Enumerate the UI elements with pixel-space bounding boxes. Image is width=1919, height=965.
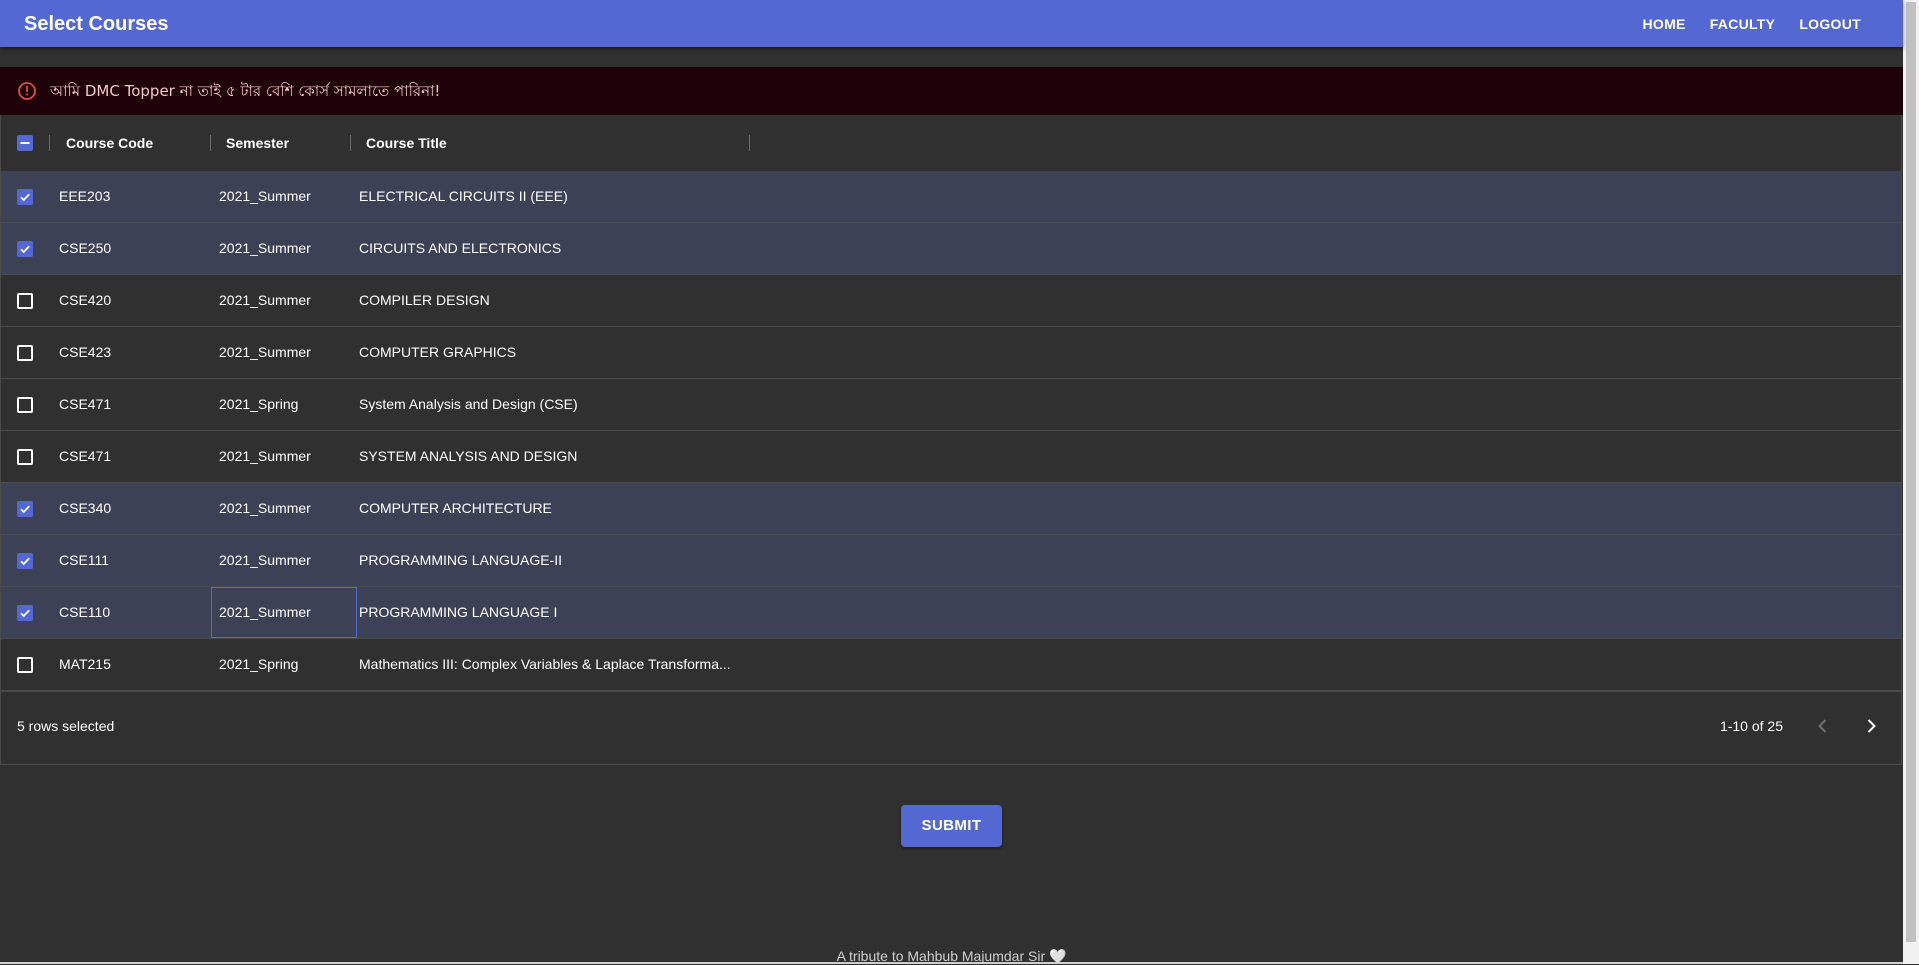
top-nav: HOME FACULTY LOGOUT (1630, 0, 1873, 47)
column-separator[interactable] (749, 135, 750, 151)
cell-course-code[interactable]: CSE423 (59, 327, 199, 378)
check-icon (20, 193, 30, 202)
column-header-course-code[interactable]: Course Code (66, 115, 153, 171)
table-header: Course Code Semester Course Title (1, 115, 1901, 172)
row-checkbox[interactable] (17, 345, 33, 361)
cell-course-title[interactable]: PROGRAMMING LANGUAGE I (351, 587, 749, 638)
cell-course-title[interactable]: COMPILER DESIGN (351, 275, 749, 326)
cell-course-code[interactable]: CSE471 (59, 379, 199, 430)
cell-course-code[interactable]: CSE471 (59, 431, 199, 482)
scrollbar-thumb[interactable] (1906, 2, 1916, 942)
cell-course-code[interactable]: EEE203 (59, 171, 199, 222)
row-checkbox[interactable] (17, 449, 33, 465)
page-title: Select Courses (24, 13, 169, 35)
column-separator[interactable] (210, 135, 211, 151)
row-checkbox[interactable] (17, 189, 33, 205)
table-row[interactable]: CSE423 2021_Summer COMPUTER GRAPHICS (1, 327, 1901, 379)
cell-semester[interactable]: 2021_Summer (211, 431, 357, 482)
column-separator[interactable] (49, 135, 50, 151)
cell-semester[interactable]: 2021_Summer (211, 483, 357, 534)
cell-course-title[interactable]: CIRCUITS AND ELECTRONICS (351, 223, 749, 274)
column-header-course-title[interactable]: Course Title (366, 115, 447, 171)
page-scrollbar[interactable] (1903, 0, 1919, 964)
next-page-icon[interactable] (1857, 712, 1885, 740)
submit-button[interactable]: SUBMIT (901, 805, 1002, 847)
nav-faculty-button[interactable]: FACULTY (1698, 6, 1788, 42)
cell-course-title[interactable]: PROGRAMMING LANGUAGE-II (351, 535, 749, 586)
row-checkbox[interactable] (17, 241, 33, 257)
row-checkbox[interactable] (17, 293, 33, 309)
row-checkbox[interactable] (17, 605, 33, 621)
cell-course-title[interactable]: COMPUTER GRAPHICS (351, 327, 749, 378)
check-icon (20, 245, 30, 254)
indeterminate-icon (20, 142, 30, 144)
pagination-range: 1-10 of 25 (1719, 718, 1783, 734)
cell-semester[interactable]: 2021_Summer (211, 327, 357, 378)
cell-semester[interactable]: 2021_Summer (211, 223, 357, 274)
row-checkbox[interactable] (17, 501, 33, 517)
table-row[interactable]: CSE420 2021_Summer COMPILER DESIGN (1, 275, 1901, 327)
check-icon (20, 505, 30, 514)
previous-page-icon[interactable] (1809, 712, 1837, 740)
courses-table: Course Code Semester Course Title EEE203… (0, 115, 1902, 765)
table-row[interactable]: CSE340 2021_Summer COMPUTER ARCHITECTURE (1, 483, 1901, 535)
cell-semester[interactable]: 2021_Spring (211, 379, 357, 430)
table-row[interactable]: EEE203 2021_Summer ELECTRICAL CIRCUITS II … (1, 171, 1901, 223)
cell-course-title[interactable]: Mathematics III: Complex Variables & Lap… (351, 639, 749, 690)
cell-course-title[interactable]: ELECTRICAL CIRCUITS II (EEE) (351, 171, 749, 222)
table-row[interactable]: CSE250 2021_Summer CIRCUITS AND ELECTRONIC… (1, 223, 1901, 275)
cell-course-title[interactable]: System Analysis and Design (CSE) (351, 379, 749, 430)
column-separator[interactable] (350, 135, 351, 151)
table-footer: 5 rows selected 1-10 of 25 (1, 691, 1901, 764)
cell-semester[interactable]: 2021_Summer (211, 275, 357, 326)
select-all-checkbox[interactable] (17, 135, 33, 151)
error-outline-icon (18, 82, 36, 100)
cell-course-code[interactable]: CSE340 (59, 483, 199, 534)
table-row[interactable]: CSE111 2021_Summer PROGRAMMING LANGUAGE-II (1, 535, 1901, 587)
app-bar: Select Courses HOME FACULTY LOGOUT (0, 0, 1903, 47)
cell-semester[interactable]: 2021_Spring (211, 639, 357, 690)
table-row[interactable]: CSE471 2021_Spring System Analysis and Des… (1, 379, 1901, 431)
cell-course-code[interactable]: CSE250 (59, 223, 199, 274)
column-header-semester[interactable]: Semester (226, 115, 289, 171)
cell-course-code[interactable]: CSE110 (59, 587, 199, 638)
error-alert: আমি DMC Topper না তাই ৫ টার বেশি কোর্স স… (0, 67, 1903, 115)
cell-semester[interactable]: 2021_Summer (211, 535, 357, 586)
check-icon (20, 609, 30, 618)
nav-logout-button[interactable]: LOGOUT (1787, 6, 1873, 42)
table-row[interactable]: CSE110 2021_Summer PROGRAMMING LANGUAGE I (1, 587, 1901, 639)
cell-course-title[interactable]: SYSTEM ANALYSIS AND DESIGN (351, 431, 749, 482)
check-icon (20, 557, 30, 566)
cell-course-code[interactable]: MAT215 (59, 639, 199, 690)
selected-rows-count: 5 rows selected (17, 718, 115, 734)
alert-message: আমি DMC Topper না তাই ৫ টার বেশি কোর্স স… (50, 82, 441, 100)
nav-home-button[interactable]: HOME (1630, 6, 1697, 42)
row-checkbox[interactable] (17, 397, 33, 413)
cell-semester[interactable]: 2021_Summer (211, 587, 357, 638)
cell-course-title[interactable]: COMPUTER ARCHITECTURE (351, 483, 749, 534)
cell-course-code[interactable]: CSE111 (59, 535, 199, 586)
table-row[interactable]: CSE471 2021_Summer SYSTEM ANALYSIS AND DES… (1, 431, 1901, 483)
table-row[interactable]: MAT215 2021_Spring Mathematics III: Comple… (1, 639, 1901, 691)
row-checkbox[interactable] (17, 553, 33, 569)
cell-course-code[interactable]: CSE420 (59, 275, 199, 326)
row-checkbox[interactable] (17, 657, 33, 673)
cell-semester[interactable]: 2021_Summer (211, 171, 357, 222)
